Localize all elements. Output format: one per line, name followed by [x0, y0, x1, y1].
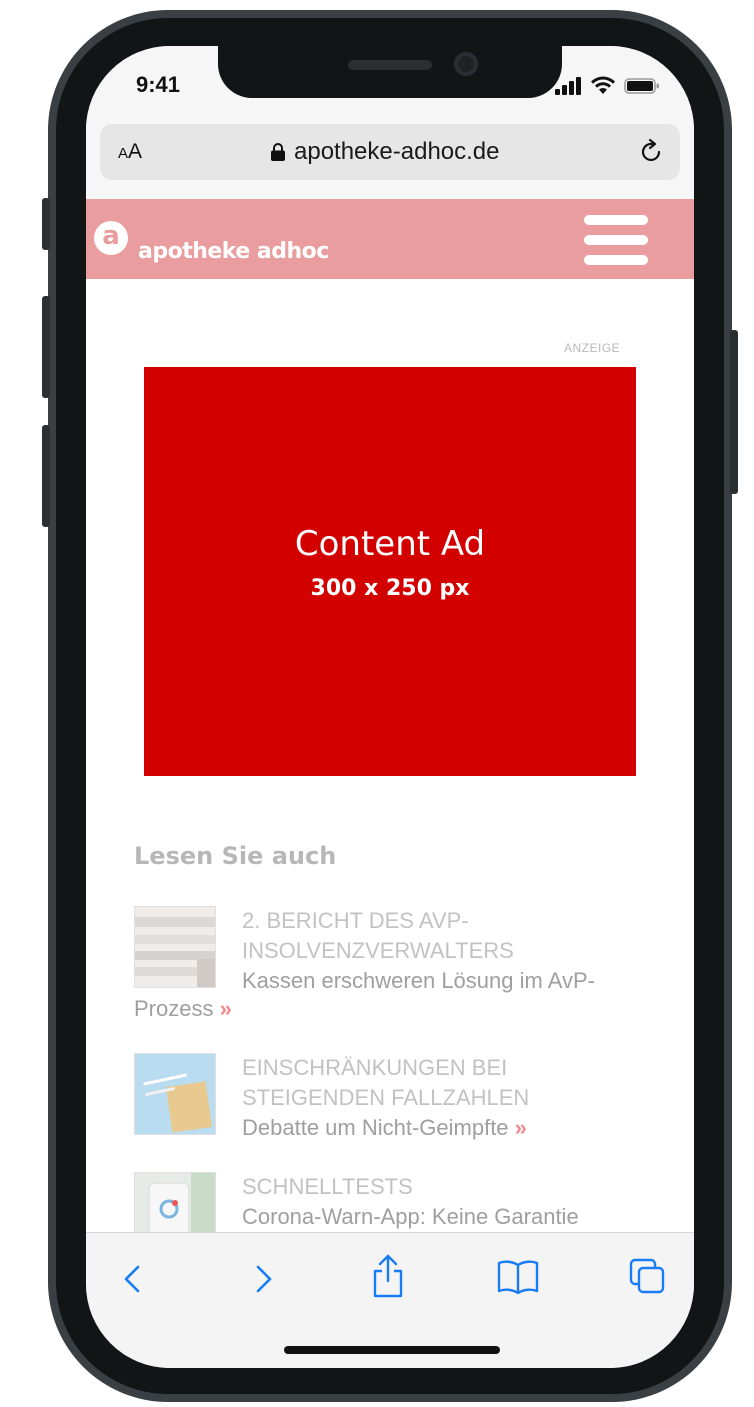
- url-text: apotheke-adhoc.de: [294, 138, 500, 165]
- article-kicker[interactable]: EINSCHRÄNKUNGEN BEI: [242, 1053, 507, 1083]
- phone-screen: 9:41 AA apotheke-adhoc.de a apotheke adh…: [86, 46, 694, 1368]
- hamburger-menu-icon[interactable]: [584, 213, 650, 267]
- lock-icon: [271, 143, 285, 161]
- tabs-icon[interactable]: [628, 1257, 666, 1297]
- address-bar[interactable]: AA apotheke-adhoc.de: [100, 124, 680, 180]
- article-title[interactable]: Corona-Warn-App: Keine Garantie: [242, 1202, 579, 1232]
- section-title: Lesen Sie auch: [134, 842, 337, 870]
- article-kicker[interactable]: 2. BERICHT DES AVP-: [242, 906, 469, 936]
- wifi-icon: [591, 76, 615, 94]
- article-title[interactable]: Debatte um Nicht-Geimpfte »: [242, 1113, 527, 1143]
- list-item[interactable]: EINSCHRÄNKUNGEN BEI STEIGENDEN FALLZAHLE…: [134, 1053, 654, 1153]
- logo-icon[interactable]: a: [94, 221, 128, 255]
- status-bar: 9:41: [86, 46, 694, 124]
- mute-switch: [42, 198, 50, 250]
- signal-icon: [555, 77, 581, 95]
- ad-size: 300 x 250 px: [310, 576, 470, 601]
- ad-label: ANZEIGE: [564, 341, 621, 355]
- home-indicator[interactable]: [284, 1346, 500, 1354]
- read-more-arrow[interactable]: »: [515, 1115, 527, 1140]
- article-title[interactable]: Kassen erschweren Lösung im AvP-: [242, 966, 595, 996]
- article-title-continued[interactable]: Prozess »: [134, 994, 232, 1024]
- back-icon[interactable]: [120, 1259, 146, 1299]
- url-display[interactable]: apotheke-adhoc.de: [270, 138, 500, 166]
- read-more-arrow[interactable]: »: [220, 996, 232, 1021]
- share-icon[interactable]: [370, 1253, 406, 1299]
- volume-down-button: [42, 425, 50, 527]
- content-ad[interactable]: Content Ad 300 x 250 px: [144, 367, 636, 776]
- status-time: 9:41: [136, 72, 181, 97]
- text-size-small-label: A: [118, 145, 129, 162]
- reload-icon[interactable]: [638, 138, 666, 166]
- article-thumbnail[interactable]: [134, 1053, 216, 1135]
- speaker: [348, 60, 432, 70]
- battery-icon: [624, 78, 659, 94]
- article-kicker[interactable]: INSOLVENZVERWALTERS: [242, 936, 514, 966]
- status-icons: [554, 76, 660, 96]
- article-kicker[interactable]: SCHNELLTESTS: [242, 1172, 413, 1202]
- article-thumbnail[interactable]: [134, 906, 216, 988]
- power-button: [730, 330, 738, 494]
- list-item[interactable]: 2. BERICHT DES AVP- INSOLVENZVERWALTERS …: [134, 906, 654, 1026]
- article-title-line: Prozess: [134, 996, 214, 1021]
- ad-title: Content Ad: [294, 524, 486, 564]
- front-camera: [454, 52, 478, 76]
- site-header: a apotheke adhoc: [86, 199, 694, 279]
- article-kicker[interactable]: STEIGENDEN FALLZAHLEN: [242, 1083, 529, 1113]
- text-size-button[interactable]: AA: [118, 140, 142, 164]
- logo-text[interactable]: apotheke adhoc: [138, 239, 329, 264]
- article-title-line: Debatte um Nicht-Geimpfte: [242, 1115, 509, 1140]
- bookmarks-icon[interactable]: [496, 1257, 540, 1297]
- notch: [218, 46, 562, 98]
- text-size-large-label: A: [128, 140, 143, 163]
- forward-icon[interactable]: [250, 1259, 276, 1299]
- volume-up-button: [42, 296, 50, 398]
